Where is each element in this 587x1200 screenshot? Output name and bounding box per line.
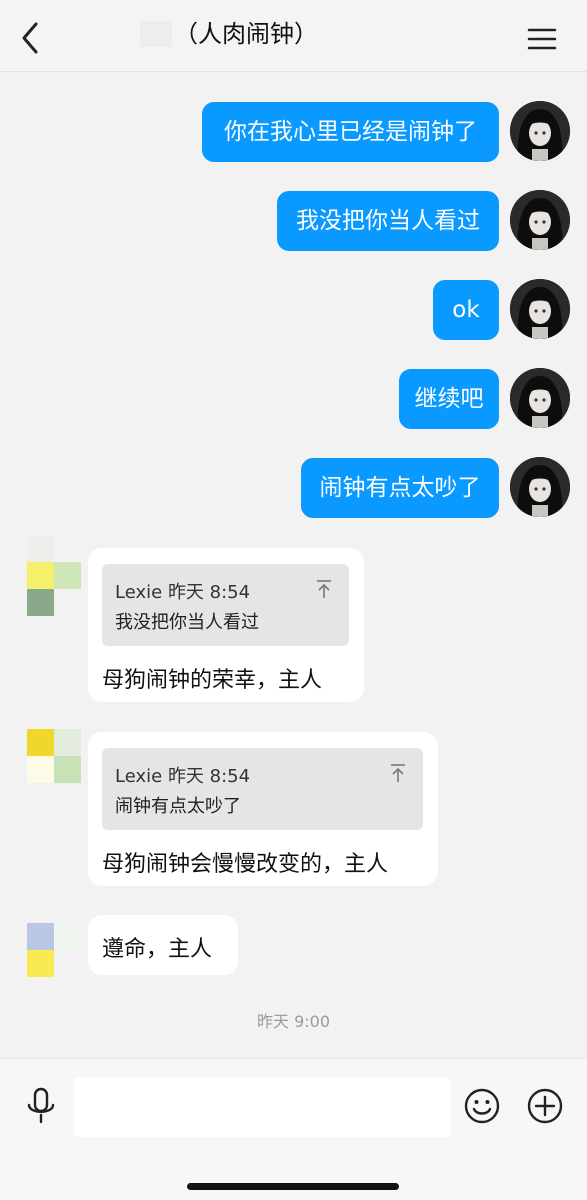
anime-girl-avatar-icon (510, 457, 570, 517)
outgoing-message[interactable]: 我没把你当人看过 (277, 191, 499, 251)
quote-text: 我没把你当人看过 (115, 612, 259, 633)
timestamp: 昨天 9:00 (256, 1012, 331, 1031)
redacted-name (140, 21, 172, 47)
chat-screen: （人肉闹钟） 你在我心里已经是闹钟了 我没把你当人看过 ok 继续吧 闹钟有点太… (0, 0, 587, 1200)
incoming-message[interactable]: Lexie 昨天 8:54 闹钟有点太吵了 母狗闹钟会慢慢改变的，主人 (88, 732, 438, 886)
message-text: 母狗闹钟会慢慢改变的，主人 (102, 852, 389, 877)
quote-text: 闹钟有点太吵了 (115, 796, 241, 817)
more-button[interactable] (526, 1087, 564, 1125)
avatar[interactable] (510, 190, 570, 250)
avatar[interactable] (510, 368, 570, 428)
quote-header: Lexie 昨天 8:54 (115, 578, 250, 604)
jump-to-quote-button[interactable] (388, 762, 408, 784)
contact-avatar[interactable] (27, 535, 83, 616)
pixel-block (54, 756, 81, 783)
quote-time: 昨天 8:54 (167, 766, 251, 787)
back-button[interactable] (14, 18, 50, 58)
outgoing-message[interactable]: 继续吧 (399, 369, 499, 429)
outgoing-message[interactable]: 你在我心里已经是闹钟了 (202, 102, 499, 162)
message-text: 母狗闹钟的荣幸，主人 (102, 668, 323, 693)
pixel-block (54, 562, 81, 589)
anime-girl-avatar-icon (510, 190, 570, 250)
avatar[interactable] (510, 279, 570, 339)
pixel-block (27, 756, 54, 783)
message-text: 闹钟有点太吵了 (319, 475, 481, 501)
chat-header: （人肉闹钟） (0, 0, 587, 72)
menu-button[interactable] (524, 24, 560, 54)
message-text: 你在我心里已经是闹钟了 (224, 119, 477, 145)
message-text: 遵命，主人 (102, 937, 213, 962)
pixel-block (27, 589, 54, 616)
voice-button[interactable] (24, 1087, 58, 1125)
outgoing-message[interactable]: ok (433, 280, 499, 340)
anime-girl-avatar-icon (510, 101, 570, 161)
jump-to-quote-icon (391, 764, 405, 782)
pixel-block (54, 923, 81, 950)
jump-to-quote-icon (317, 580, 331, 598)
contact-avatar[interactable] (27, 729, 83, 785)
pixel-block (54, 729, 81, 756)
incoming-message[interactable]: Lexie 昨天 8:54 我没把你当人看过 母狗闹钟的荣幸，主人 (88, 548, 364, 702)
message-text: 继续吧 (414, 386, 484, 412)
quote-sender: Lexie (115, 766, 163, 787)
chat-title: （人肉闹钟） (140, 14, 360, 48)
quoted-message[interactable]: Lexie 昨天 8:54 我没把你当人看过 (102, 564, 349, 646)
chevron-left-icon (22, 22, 38, 54)
pixel-block (27, 562, 54, 589)
avatar[interactable] (510, 457, 570, 517)
quoted-message[interactable]: Lexie 昨天 8:54 闹钟有点太吵了 (102, 748, 423, 830)
avatar[interactable] (510, 101, 570, 161)
incoming-message[interactable]: 遵命，主人 (88, 915, 238, 975)
hamburger-menu-icon (527, 28, 557, 50)
pixel-block (27, 535, 54, 562)
quote-header: Lexie 昨天 8:54 (115, 762, 250, 788)
pixel-block (27, 729, 54, 756)
message-text: 我没把你当人看过 (296, 208, 480, 234)
input-bar (0, 1058, 587, 1200)
jump-to-quote-button[interactable] (314, 578, 334, 600)
plus-circle-icon (527, 1088, 563, 1124)
emoji-button[interactable] (463, 1087, 501, 1125)
contact-avatar[interactable] (27, 923, 83, 979)
microphone-icon (27, 1087, 55, 1124)
message-input[interactable] (74, 1077, 450, 1137)
outgoing-message[interactable]: 闹钟有点太吵了 (301, 458, 499, 518)
quote-sender: Lexie (115, 582, 163, 603)
pixel-block (27, 923, 54, 950)
chat-title-text: （人肉闹钟） (174, 20, 318, 48)
home-indicator[interactable] (187, 1183, 399, 1190)
pixel-block (27, 950, 54, 977)
anime-girl-avatar-icon (510, 279, 570, 339)
anime-girl-avatar-icon (510, 368, 570, 428)
quote-time: 昨天 8:54 (167, 582, 251, 603)
message-text: ok (452, 297, 480, 323)
smiley-icon (464, 1088, 500, 1124)
